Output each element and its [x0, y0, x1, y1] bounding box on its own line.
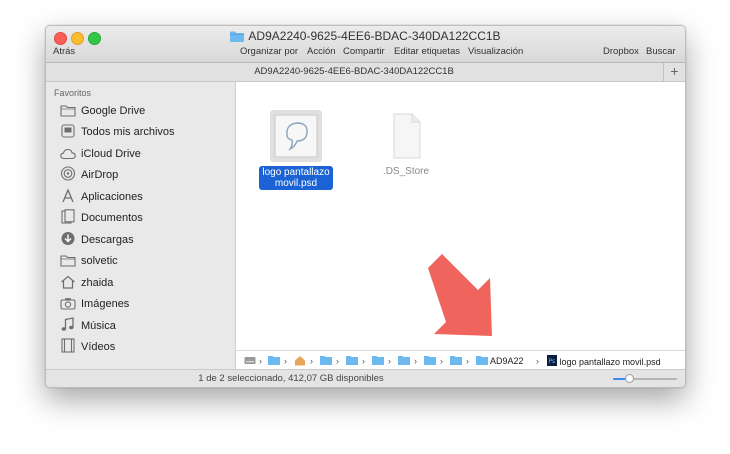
action-button[interactable]: Acción [307, 46, 336, 57]
folder-icon[interactable] [346, 355, 358, 367]
sidebar-item-zhaida[interactable]: zhaida [60, 274, 230, 292]
sidebar-item-applications[interactable]: Aplicaciones [60, 188, 230, 206]
dropbox-button[interactable]: Dropbox [603, 46, 639, 57]
tab-title[interactable]: AD9A2240-9625-4EE6-BDAC-340DA122CC1B [46, 66, 662, 77]
search-button[interactable]: Buscar [646, 46, 676, 57]
sidebar-item-videos[interactable]: Vídeos [60, 338, 230, 356]
sidebar-item-documents[interactable]: Documentos [60, 209, 230, 227]
folder-icon [60, 254, 76, 268]
share-button[interactable]: Compartir [343, 46, 385, 57]
path-current-folder[interactable]: AD9A22 [476, 355, 524, 367]
window-title: AD9A2240-9625-4EE6-BDAC-340DA122CC1B [248, 29, 501, 43]
file-name: .DS_Store [382, 166, 430, 177]
cloud-icon [60, 148, 76, 162]
sidebar-item-google-drive[interactable]: Google Drive [60, 102, 230, 120]
title-bar: AD9A2240-9625-4EE6-BDAC-340DA122CC1B Atr… [46, 26, 685, 63]
svg-text:Ps: Ps [549, 358, 556, 365]
folder-icon[interactable] [320, 355, 332, 367]
chevron-right-icon: › [310, 356, 313, 366]
music-icon [60, 317, 76, 331]
applications-icon [60, 188, 76, 203]
sidebar-item-downloads[interactable]: Descargas [60, 231, 230, 249]
film-icon [60, 338, 76, 353]
slider-knob[interactable] [624, 374, 634, 383]
path-file[interactable]: Ps logo pantallazo movil.psd [547, 355, 661, 367]
folder-icon [230, 31, 245, 45]
folder-icon[interactable] [450, 355, 462, 367]
tab-bar: AD9A2240-9625-4EE6-BDAC-340DA122CC1B + [46, 63, 685, 82]
file-item-ds-store[interactable]: .DS_Store [366, 110, 446, 177]
back-button[interactable]: Atrás [53, 46, 75, 57]
chevron-right-icon: › [362, 356, 365, 366]
sidebar-item-airdrop[interactable]: AirDrop [60, 166, 230, 184]
file-item-logo-psd[interactable]: logo pantallazo movil.psd [251, 110, 341, 190]
finder-window: AD9A2240-9625-4EE6-BDAC-340DA122CC1B Atr… [45, 25, 686, 388]
airdrop-icon [60, 166, 76, 181]
sidebar-item-solvetic[interactable]: solvetic [60, 252, 230, 270]
icon-size-slider[interactable] [613, 374, 677, 383]
folder-icon[interactable] [372, 355, 384, 367]
chevron-right-icon: › [414, 356, 417, 366]
documents-icon [60, 209, 76, 224]
sidebar: Favoritos Google Drive Todos mis archivo… [46, 82, 236, 369]
window-title-container: AD9A2240-9625-4EE6-BDAC-340DA122CC1B [46, 29, 685, 45]
status-text: 1 de 2 seleccionado, 412,07 GB disponibl… [198, 373, 384, 384]
new-tab-button[interactable]: + [663, 63, 685, 81]
all-files-icon [60, 124, 76, 138]
chevron-right-icon: › [536, 356, 539, 366]
folder-icon[interactable] [268, 355, 280, 367]
chevron-right-icon: › [336, 356, 339, 366]
chevron-right-icon: › [466, 356, 469, 366]
sidebar-item-pictures[interactable]: Imágenes [60, 295, 230, 313]
disk-icon[interactable] [244, 355, 256, 367]
sidebar-item-music[interactable]: Música [60, 317, 230, 335]
home-icon [60, 275, 76, 289]
folder-icon [60, 104, 76, 118]
organize-button[interactable]: Organizar por [240, 46, 298, 57]
sidebar-item-all-files[interactable]: Todos mis archivos [60, 123, 230, 141]
downloads-icon [60, 231, 76, 245]
folder-icon[interactable] [398, 355, 410, 367]
status-bar: 1 de 2 seleccionado, 412,07 GB disponibl… [46, 369, 685, 387]
chevron-right-icon: › [388, 356, 391, 366]
view-button[interactable]: Visualización [468, 46, 523, 57]
document-icon [380, 110, 432, 162]
home-folder-icon[interactable] [294, 355, 306, 367]
chevron-right-icon: › [284, 356, 287, 366]
chevron-right-icon: › [440, 356, 443, 366]
file-thumbnail [270, 110, 322, 162]
path-bar: › › › › › › › › › AD9A22 › Ps logo panta… [236, 350, 685, 370]
file-name-selected: logo pantallazo movil.psd [259, 166, 333, 190]
chevron-right-icon: › [259, 356, 262, 366]
camera-icon [60, 297, 76, 311]
edit-tags-button[interactable]: Editar etiquetas [394, 46, 460, 57]
red-arrow-annotation [428, 254, 492, 336]
folder-icon[interactable] [424, 355, 436, 367]
sidebar-header: Favoritos [54, 88, 92, 98]
speech-bubble-icon [274, 114, 318, 158]
sidebar-item-icloud[interactable]: iCloud Drive [60, 145, 230, 163]
